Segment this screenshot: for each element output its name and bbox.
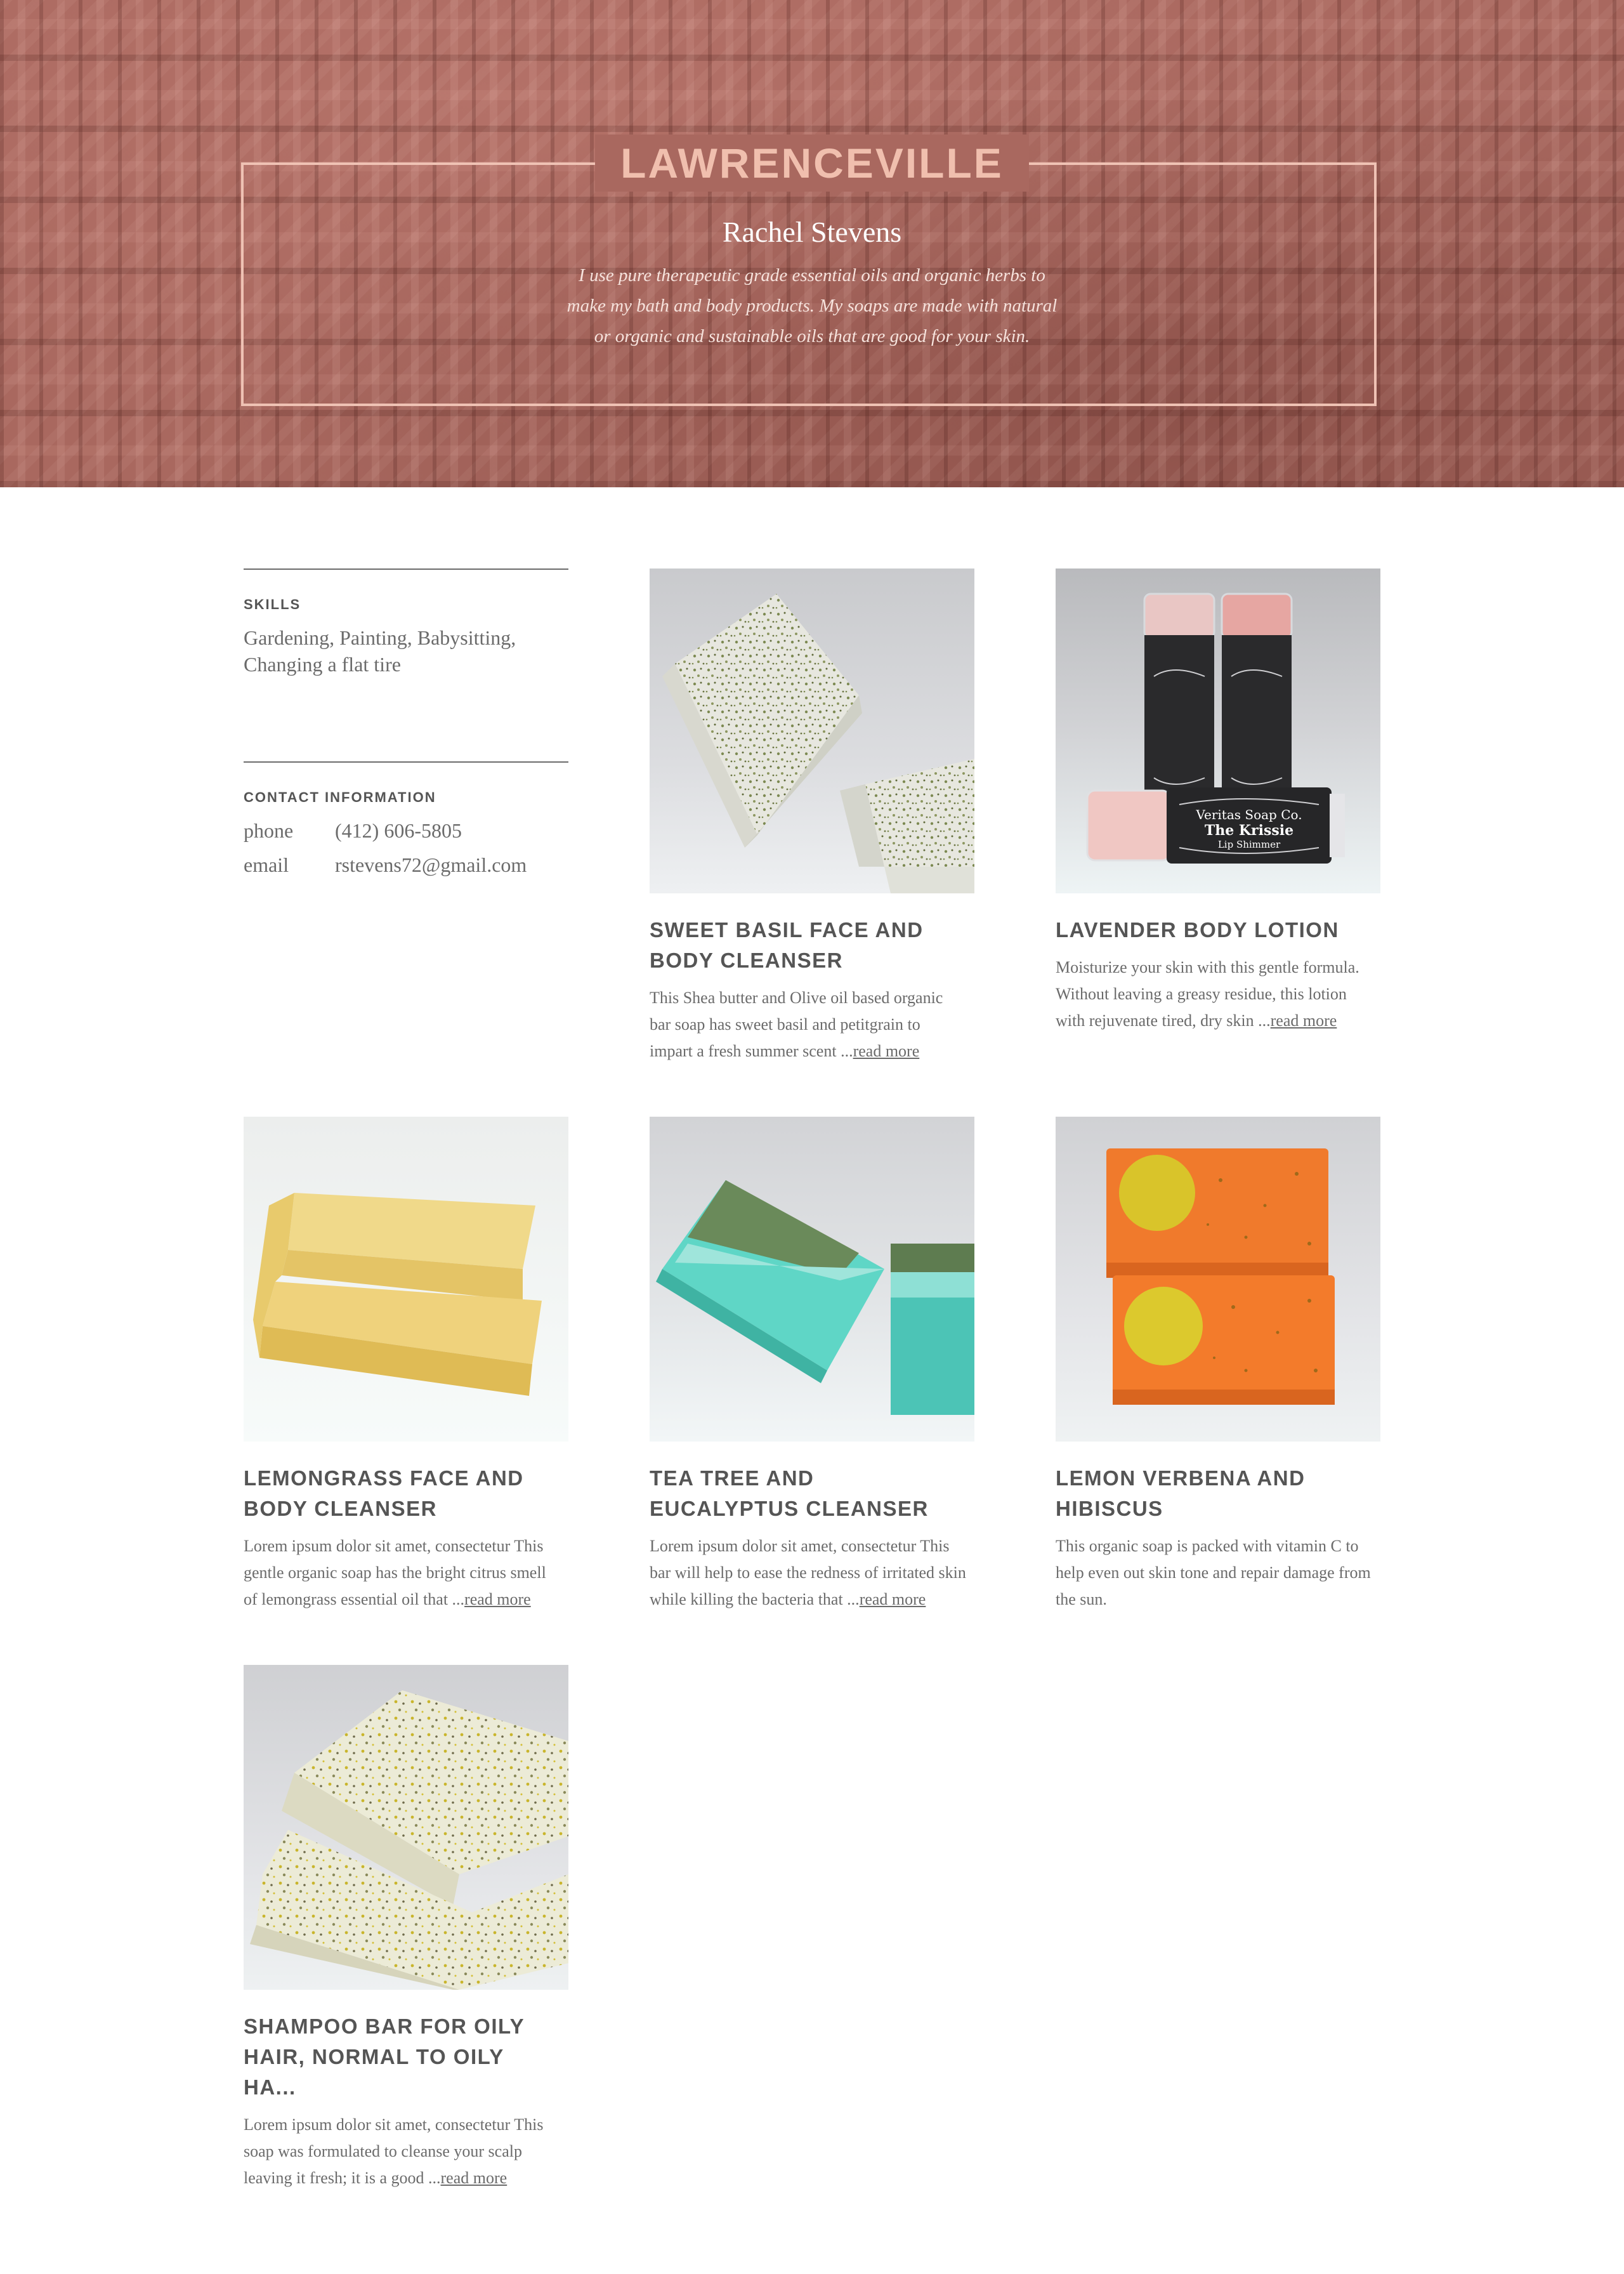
contact-heading: CONTACT INFORMATION [244,789,436,805]
product-description: This Shea butter and Olive oil based org… [650,989,943,1060]
product-description: Moisturize your skin with this gentle fo… [1056,958,1359,1030]
basil-soap-illustration [662,594,974,893]
contact-email-row: email rstevens72@gmail.com [244,848,568,882]
read-more-link[interactable]: read more [853,1042,920,1060]
product-image[interactable] [244,1665,568,1990]
read-more-link[interactable]: read more [464,1590,531,1608]
product-card: TEA TREE AND EUCALYPTUS CLEANSER Lorem i… [650,1117,974,1613]
product-card: SHAMPOO BAR FOR OILY HAIR, NORMAL TO OIL… [244,1665,568,2192]
skills-section: SKILLS Gardening, Painting, Babysitting,… [244,568,568,678]
hero-name: Rachel Stevens [722,216,902,248]
product-title[interactable]: LEMONGRASS FACE AND BODY CLEANSER [244,1463,542,1524]
product-description: Lorem ipsum dolor sit amet, consectetur … [650,1537,966,1608]
lemon-verbena-soap-illustration [1106,1148,1335,1405]
product-image[interactable]: Veritas Soap Co. The Krissie Lip Shimmer [1056,568,1380,893]
email-value[interactable]: rstevens72@gmail.com [335,848,527,882]
product-description: Lorem ipsum dolor sit amet, consectetur … [244,1537,546,1608]
product-description: This organic soap is packed with vitamin… [1056,1537,1371,1608]
product-card: Veritas Soap Co. The Krissie Lip Shimmer… [1056,568,1380,1034]
skills-text: Gardening, Painting, Babysitting, Changi… [244,626,516,676]
product-title[interactable]: LEMON VERBENA AND HIBISCUS [1056,1463,1354,1524]
product-title[interactable]: LAVENDER BODY LOTION [1056,915,1354,945]
contact-section: CONTACT INFORMATION phone (412) 606-5805… [244,761,568,882]
label-sub: Lip Shimmer [1218,839,1281,850]
hero-banner: LAWRENCEVILLE Rachel Stevens I use pure … [0,0,1624,487]
product-title[interactable]: SWEET BASIL FACE AND BODY CLEANSER [650,915,948,976]
product-title[interactable]: SHAMPOO BAR FOR OILY HAIR, NORMAL TO OIL… [244,2011,542,2103]
email-label: email [244,853,289,876]
product-image[interactable] [650,1117,974,1442]
product-image[interactable] [244,1117,568,1442]
product-title[interactable]: TEA TREE AND EUCALYPTUS CLEANSER [650,1463,948,1524]
product-image[interactable] [1056,1117,1380,1442]
phone-label: phone [244,819,294,842]
skills-heading: SKILLS [244,596,301,612]
label-brand: Veritas Soap Co. [1195,807,1302,822]
shampoo-bar-illustration [250,1690,568,1990]
label-name: The Krissie [1205,822,1293,839]
product-card: SWEET BASIL FACE AND BODY CLEANSER This … [650,568,974,1065]
read-more-link[interactable]: read more [860,1590,926,1608]
hero-title: LAWRENCEVILLE [0,135,1624,192]
product-card: LEMON VERBENA AND HIBISCUS This organic … [1056,1117,1380,1613]
product-description: Lorem ipsum dolor sit amet, consectetur … [244,2115,544,2187]
product-card: LEMONGRASS FACE AND BODY CLEANSER Lorem … [244,1117,568,1613]
product-image[interactable] [650,568,974,893]
phone-value[interactable]: (412) 606-5805 [335,813,462,848]
tea-tree-soap-illustration [656,1180,974,1415]
hero-description: I use pure therapeutic grade essential o… [566,265,1058,346]
read-more-link[interactable]: read more [1271,1011,1337,1030]
lip-shimmer-illustration: Veritas Soap Co. The Krissie Lip Shimmer [1086,593,1345,864]
read-more-link[interactable]: read more [441,2169,508,2187]
lemongrass-soap-illustration [253,1193,542,1396]
contact-phone-row: phone (412) 606-5805 [244,813,568,848]
